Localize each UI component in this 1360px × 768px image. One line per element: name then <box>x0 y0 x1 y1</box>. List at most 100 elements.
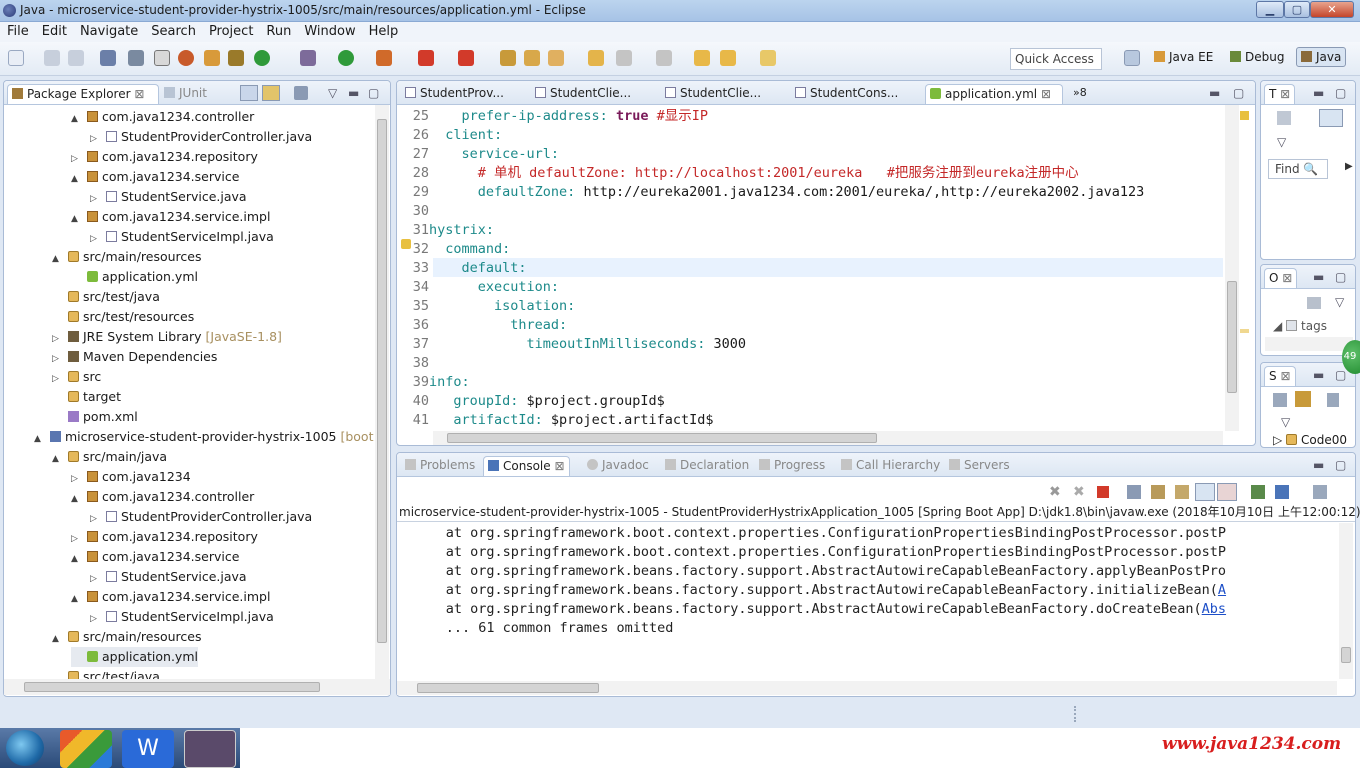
minimize-button[interactable]: ▁ <box>1256 1 1284 18</box>
expand-toggle-icon[interactable]: ▷ <box>90 509 100 529</box>
console-output[interactable]: at org.springframework.boot.context.prop… <box>397 522 1337 678</box>
tab-declaration[interactable]: Declaration <box>661 456 753 476</box>
filter-icon[interactable] <box>1327 393 1339 407</box>
minimize-view-icon[interactable]: ▬ <box>344 84 363 104</box>
tree-row[interactable]: ▷ StudentServiceImpl.java <box>90 227 274 247</box>
tree-row[interactable]: ▷ StudentProviderController.java <box>90 507 312 527</box>
tree-row[interactable]: src/test/java <box>52 287 160 307</box>
expand-toggle-icon[interactable]: ▲ <box>71 549 81 569</box>
code-line[interactable]: 26 client: <box>397 126 502 145</box>
tab-progress[interactable]: Progress <box>755 456 829 476</box>
console-hscroll-thumb[interactable] <box>417 683 599 693</box>
save-icon[interactable] <box>44 50 60 66</box>
expand-toggle-icon[interactable]: ▷ <box>71 149 81 169</box>
tree-row[interactable]: pom.xml <box>52 407 138 427</box>
code-line[interactable]: 25 prefer-ip-address: true #显示IP <box>397 107 708 126</box>
tree-row[interactable]: ▷ Maven Dependencies <box>52 347 217 367</box>
tab-servers[interactable]: Servers <box>945 456 1014 476</box>
console-hscrollbar[interactable] <box>397 681 1337 695</box>
tab-package-explorer[interactable]: Package Explorer ⊠ <box>7 84 159 104</box>
display-console-icon[interactable] <box>1275 485 1289 499</box>
search-tool-icon[interactable] <box>548 50 564 66</box>
taskbar-app-1[interactable] <box>60 730 112 768</box>
expand-toggle-icon[interactable]: ▲ <box>71 489 81 509</box>
taskbar-eclipse[interactable] <box>184 730 236 768</box>
find-input[interactable]: Find 🔍 <box>1268 159 1328 179</box>
debug-icon[interactable] <box>178 50 194 66</box>
maximize-button[interactable]: ▢ <box>1284 1 1310 18</box>
console-vscroll-thumb[interactable] <box>1341 647 1351 663</box>
code-line[interactable]: 34 execution: <box>397 278 559 297</box>
tab-problems[interactable]: Problems <box>401 456 479 476</box>
code-line[interactable]: 33 default: <box>397 259 527 278</box>
minimize-editor-icon[interactable]: ▬ <box>1205 84 1224 104</box>
tree-row[interactable]: target <box>52 387 121 407</box>
menu-run[interactable]: Run <box>259 22 297 39</box>
external-tools-icon[interactable] <box>204 50 220 66</box>
code-line[interactable]: 29 defaultZone: http://eureka2001.java12… <box>397 183 1145 202</box>
tree-row[interactable]: application.yml <box>71 267 198 287</box>
outline-hscrollbar[interactable] <box>1265 337 1353 351</box>
tab-call-hierarchy[interactable]: Call Hierarchy <box>837 456 944 476</box>
tree-row[interactable]: ▷ StudentServiceImpl.java <box>90 607 274 627</box>
editor-vscroll-thumb[interactable] <box>1227 281 1237 393</box>
expand-toggle-icon[interactable]: ▷ <box>52 349 62 369</box>
tree-vscroll-thumb[interactable] <box>377 119 387 643</box>
expand-toggle-icon[interactable]: ▷ <box>90 229 100 249</box>
next-annotation-icon[interactable] <box>656 50 672 66</box>
code-line[interactable]: 40 groupId: $project.groupId$ <box>397 392 665 411</box>
maximize-view-icon[interactable]: ▢ <box>1331 268 1350 288</box>
editor-vscrollbar[interactable] <box>1225 105 1239 431</box>
new-task-icon[interactable] <box>1277 111 1291 125</box>
code-line[interactable]: 38 <box>397 354 429 373</box>
minimize-view-icon[interactable]: ▬ <box>1309 84 1328 104</box>
show-stderr-icon[interactable] <box>1217 483 1237 501</box>
code-line[interactable]: 27 service-url: <box>397 145 559 164</box>
quick-access-input[interactable]: Quick Access <box>1010 48 1102 70</box>
close-tab-icon[interactable]: ⊠ <box>134 87 144 101</box>
terminate-icon[interactable] <box>1097 486 1109 498</box>
view-menu-icon[interactable]: ▽ <box>324 84 341 104</box>
tree-row[interactable]: ▷ JRE System Library [JavaSE-1.8] <box>52 327 282 347</box>
close-tab-icon[interactable]: ⊠ <box>1282 271 1292 285</box>
collapse-icon[interactable] <box>1273 393 1287 407</box>
tab-studentclie-2[interactable]: StudentClie... <box>661 84 765 104</box>
menu-file[interactable]: File <box>0 22 35 39</box>
code-line[interactable]: 30 <box>397 202 429 221</box>
expand-toggle-icon[interactable]: ▷ <box>52 369 62 389</box>
clear-console-icon[interactable] <box>1127 485 1141 499</box>
menu-help[interactable]: Help <box>362 22 405 39</box>
minimize-view-icon[interactable]: ▬ <box>1309 456 1328 476</box>
tab-application-yml[interactable]: application.yml ⊠ <box>925 84 1063 104</box>
menu-edit[interactable]: Edit <box>35 22 73 39</box>
tab-console[interactable]: Console ⊠ <box>483 456 570 476</box>
tree-row[interactable]: ▷ com.java1234.repository <box>71 147 258 167</box>
editor-hscroll-thumb[interactable] <box>447 433 877 443</box>
scroll-lock-icon[interactable] <box>1151 485 1165 499</box>
tree-row[interactable]: ▲ src/main/resources <box>52 247 201 267</box>
code-line[interactable]: 31hystrix: <box>397 221 494 240</box>
editor-hscrollbar[interactable] <box>433 431 1223 445</box>
expand-toggle-icon[interactable]: ▲ <box>71 169 81 189</box>
tree-row[interactable]: ▷ StudentService.java <box>90 187 247 207</box>
tree-hscrollbar[interactable] <box>4 679 390 695</box>
close-button[interactable]: ✕ <box>1310 1 1354 18</box>
expand-toggle-icon[interactable]: ▷ <box>52 329 62 349</box>
tree-vscrollbar[interactable] <box>375 105 389 679</box>
expand-toggle-icon[interactable]: ▲ <box>71 589 81 609</box>
stop-icon[interactable] <box>418 50 434 66</box>
tree-row[interactable]: ▲ com.java1234.service.impl <box>71 207 270 227</box>
code-area[interactable]: 25 prefer-ip-address: true #显示IP 26 clien… <box>397 107 1225 431</box>
build-icon[interactable] <box>228 50 244 66</box>
expand-toggle-icon[interactable]: ▲ <box>52 629 62 649</box>
expand-toggle-icon[interactable]: ▷ <box>90 569 100 589</box>
tree-row[interactable]: src/test/java <box>52 667 160 679</box>
pin-icon[interactable] <box>128 50 144 66</box>
code-line[interactable]: 28 # 单机 defaultZone: http://localhost:20… <box>397 164 1079 183</box>
server-item[interactable]: ▷ Code00 <box>1273 433 1347 447</box>
filter-icon[interactable] <box>294 86 308 100</box>
open-perspective-icon[interactable] <box>1124 50 1140 66</box>
expand-toggle-icon[interactable]: ▲ <box>52 249 62 269</box>
open-resource-icon[interactable] <box>524 50 540 66</box>
terminal-icon[interactable] <box>100 50 116 66</box>
